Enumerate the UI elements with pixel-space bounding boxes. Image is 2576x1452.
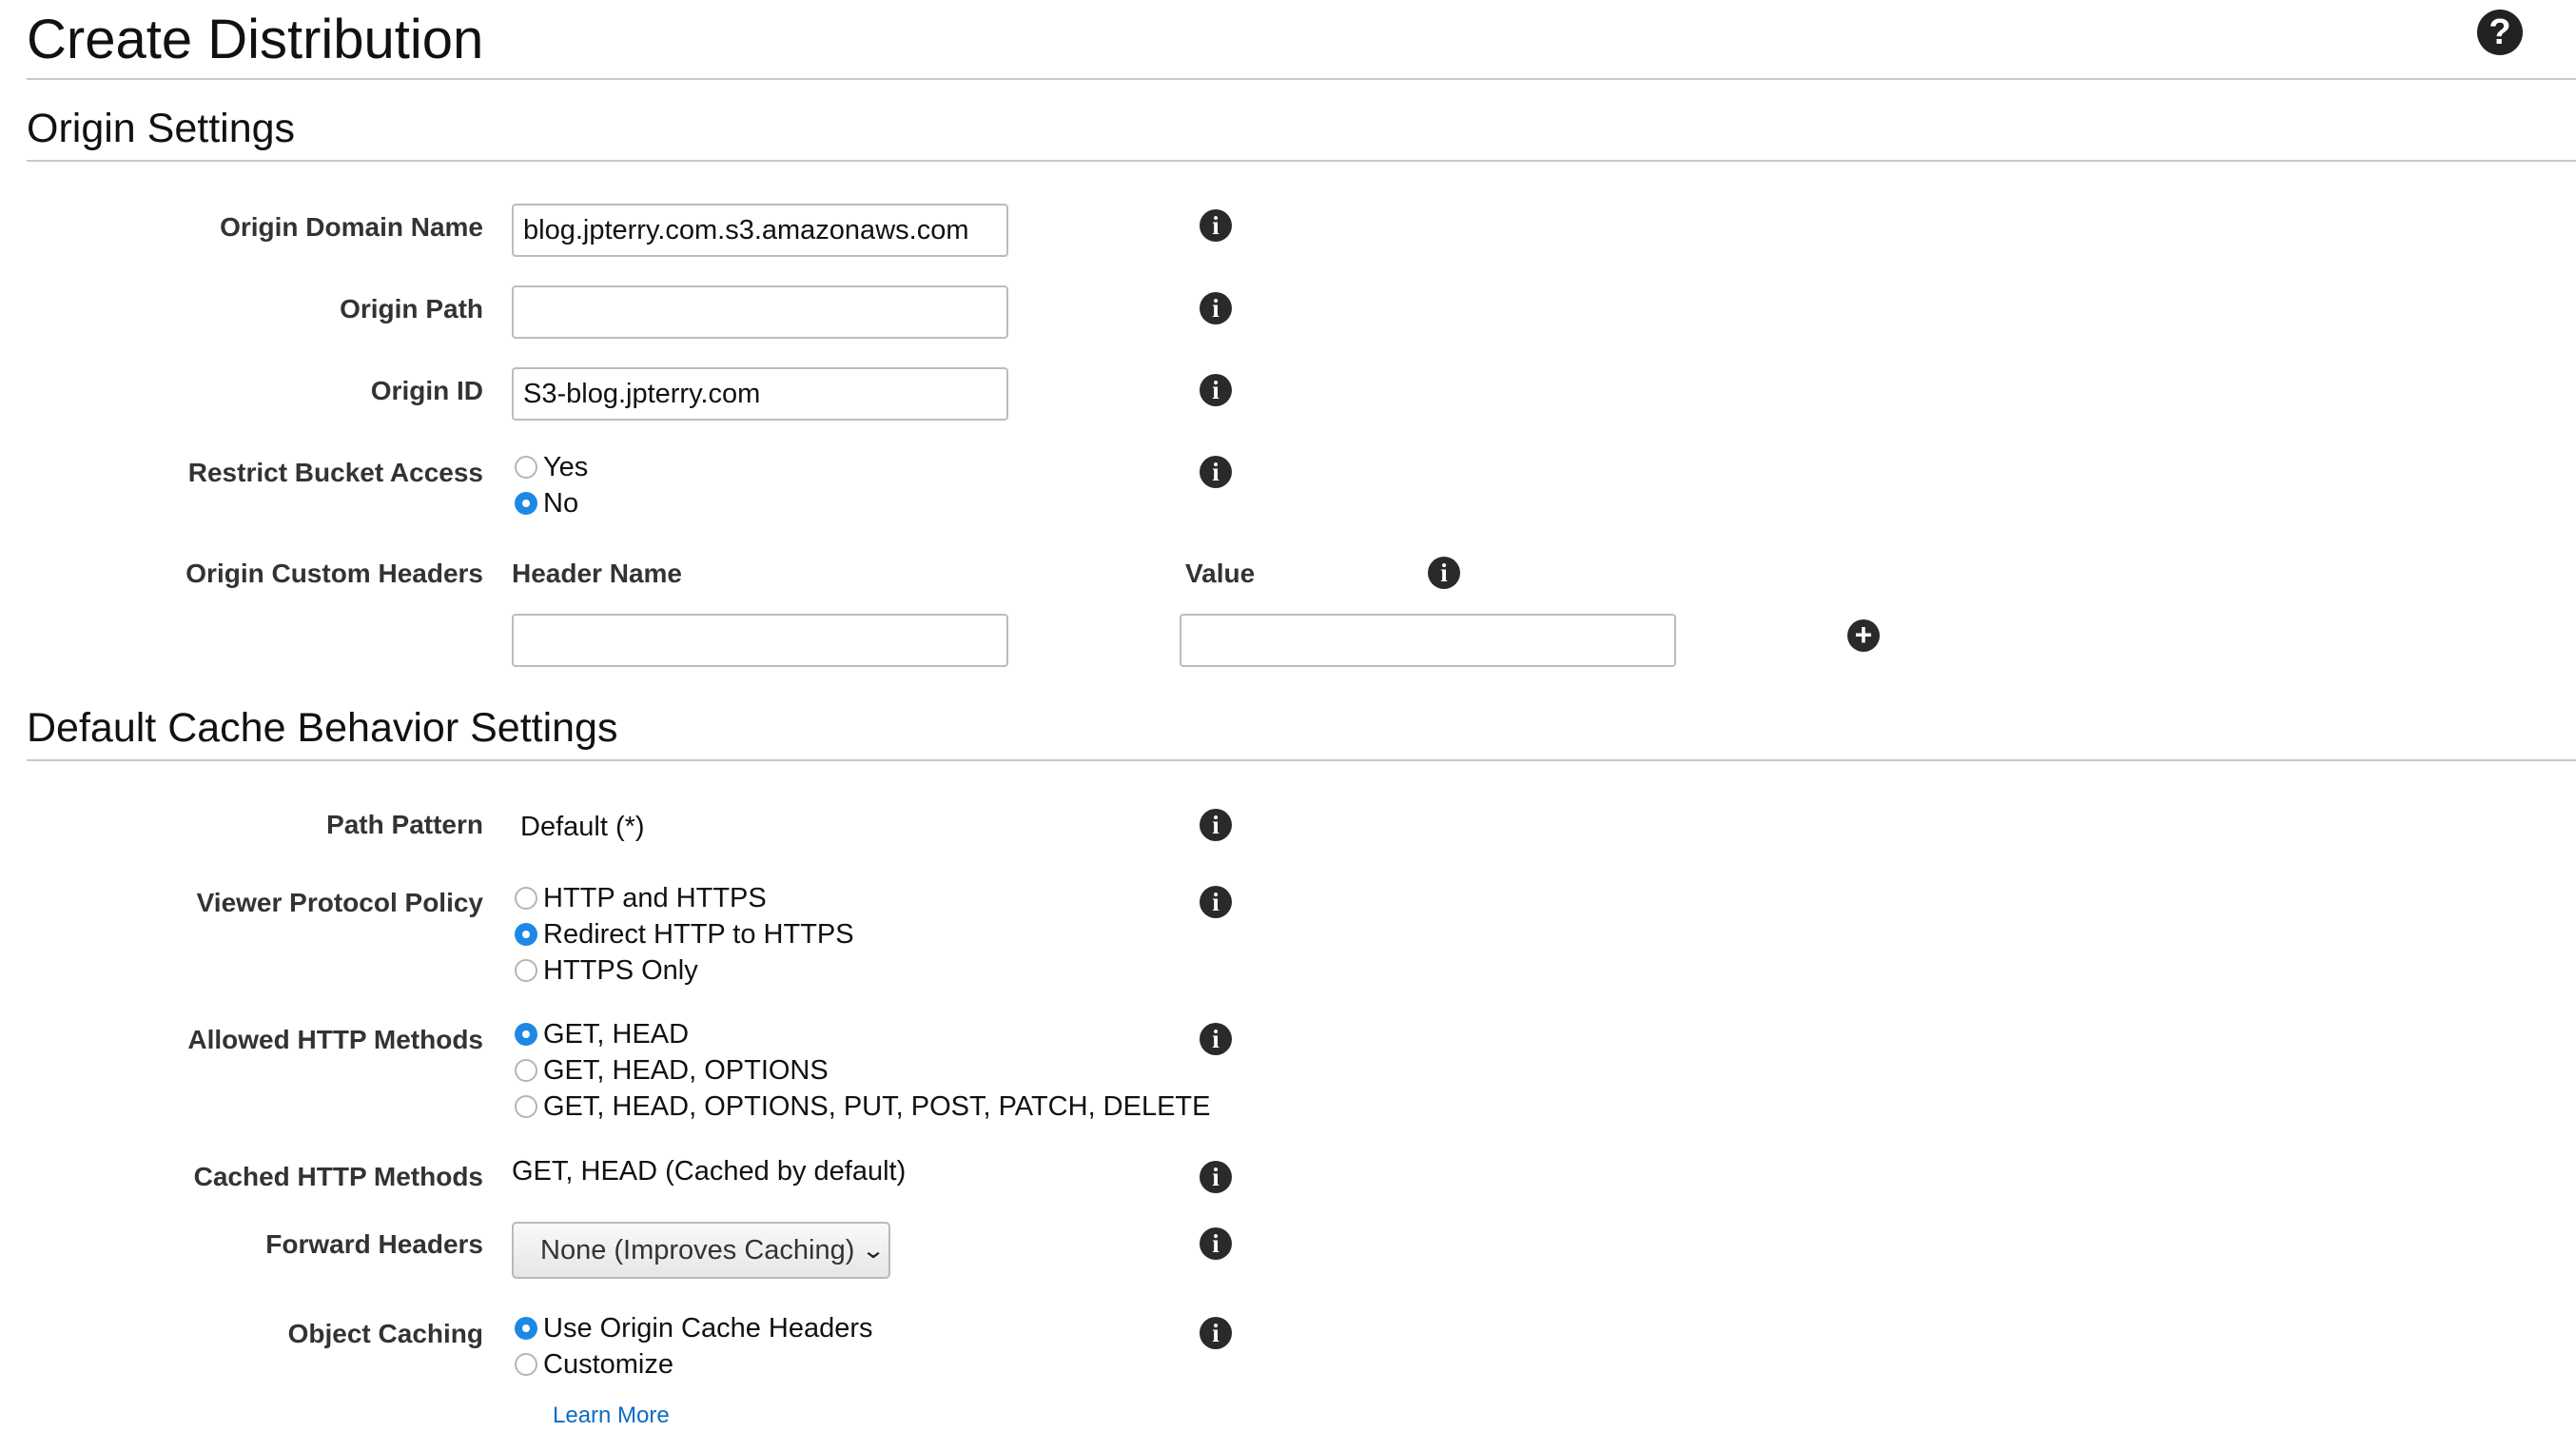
info-icon[interactable]: i — [1200, 209, 1232, 242]
path-pattern-value: Default (*) — [520, 812, 645, 842]
origin-path-label: Origin Path — [340, 294, 483, 324]
object-caching-customize-radio[interactable]: Customize — [515, 1348, 673, 1381]
origin-custom-headers-label: Origin Custom Headers — [185, 559, 483, 588]
allowed-methods-all-radio[interactable]: GET, HEAD, OPTIONS, PUT, POST, PATCH, DE… — [515, 1090, 1211, 1123]
origin-settings-divider — [27, 160, 2576, 162]
info-icon[interactable]: i — [1200, 1317, 1232, 1349]
radio-label: Customize — [543, 1349, 673, 1380]
add-header-plus-icon[interactable]: + — [1847, 619, 1880, 652]
allowed-http-methods-label: Allowed HTTP Methods — [187, 1025, 483, 1054]
radio-label: HTTPS Only — [543, 955, 698, 986]
value-column-heading: Value — [1185, 559, 1256, 588]
info-icon[interactable]: i — [1200, 292, 1232, 324]
radio-unselected-icon[interactable] — [515, 887, 537, 910]
info-icon[interactable]: i — [1200, 1227, 1232, 1260]
custom-header-name-input[interactable] — [512, 614, 1008, 667]
info-icon[interactable]: i — [1200, 1161, 1232, 1193]
chevron-down-icon: ⌄ — [861, 1237, 887, 1264]
radio-unselected-icon[interactable] — [515, 959, 537, 982]
radio-selected-icon[interactable] — [515, 1023, 537, 1046]
restrict-bucket-access-yes-radio[interactable]: Yes — [515, 451, 588, 483]
origin-domain-name-input[interactable] — [512, 204, 1008, 257]
allowed-methods-get-head-options-radio[interactable]: GET, HEAD, OPTIONS — [515, 1054, 829, 1087]
custom-header-value-input[interactable] — [1180, 614, 1676, 667]
page-title: Create Distribution — [27, 9, 484, 70]
info-icon[interactable]: i — [1200, 886, 1232, 918]
info-icon[interactable]: i — [1200, 456, 1232, 488]
forward-headers-select[interactable]: None (Improves Caching) ⌄ — [512, 1222, 890, 1279]
radio-unselected-icon[interactable] — [515, 456, 537, 479]
question-circle-icon[interactable]: ? — [2477, 10, 2523, 55]
info-icon[interactable]: i — [1200, 1023, 1232, 1055]
learn-more-link[interactable]: Learn More — [553, 1402, 670, 1430]
radio-label: GET, HEAD — [543, 1019, 690, 1050]
origin-id-label: Origin ID — [370, 376, 483, 405]
radio-label: No — [543, 488, 579, 519]
radio-label: Use Origin Cache Headers — [543, 1313, 873, 1344]
cache-behavior-divider — [27, 759, 2576, 761]
radio-label: Yes — [543, 452, 589, 482]
restrict-bucket-access-label: Restrict Bucket Access — [187, 458, 483, 487]
allowed-methods-get-head-radio[interactable]: GET, HEAD — [515, 1018, 689, 1050]
forward-headers-selected-value: None (Improves Caching) — [540, 1234, 855, 1266]
radio-label: Redirect HTTP to HTTPS — [543, 919, 854, 950]
viewer-protocol-policy-label: Viewer Protocol Policy — [196, 888, 483, 917]
radio-selected-icon[interactable] — [515, 923, 537, 946]
forward-headers-label: Forward Headers — [265, 1229, 483, 1259]
info-icon[interactable]: i — [1200, 374, 1232, 406]
info-icon[interactable]: i — [1200, 809, 1232, 841]
cached-http-methods-label: Cached HTTP Methods — [193, 1162, 483, 1191]
path-pattern-label: Path Pattern — [326, 810, 483, 839]
radio-label: GET, HEAD, OPTIONS — [543, 1055, 829, 1086]
radio-unselected-icon[interactable] — [515, 1095, 537, 1118]
viewer-protocol-https-only-radio[interactable]: HTTPS Only — [515, 954, 698, 987]
viewer-protocol-http-and-https-radio[interactable]: HTTP and HTTPS — [515, 882, 767, 914]
info-icon[interactable]: i — [1428, 557, 1460, 589]
radio-selected-icon[interactable] — [515, 1317, 537, 1340]
header-name-column-heading: Header Name — [512, 559, 682, 588]
radio-unselected-icon[interactable] — [515, 1059, 537, 1082]
cached-http-methods-value: GET, HEAD (Cached by default) — [512, 1156, 907, 1187]
viewer-protocol-redirect-radio[interactable]: Redirect HTTP to HTTPS — [515, 918, 854, 951]
radio-label: GET, HEAD, OPTIONS, PUT, POST, PATCH, DE… — [543, 1091, 1211, 1122]
origin-id-input[interactable] — [512, 367, 1008, 421]
object-caching-label: Object Caching — [287, 1319, 483, 1348]
cache-behavior-heading: Default Cache Behavior Settings — [27, 705, 618, 751]
radio-unselected-icon[interactable] — [515, 1353, 537, 1376]
object-caching-origin-headers-radio[interactable]: Use Origin Cache Headers — [515, 1312, 873, 1344]
title-divider — [27, 78, 2576, 80]
origin-path-input[interactable] — [512, 285, 1008, 339]
radio-selected-icon[interactable] — [515, 492, 537, 515]
restrict-bucket-access-no-radio[interactable]: No — [515, 487, 578, 520]
radio-label: HTTP and HTTPS — [543, 883, 767, 913]
origin-domain-name-label: Origin Domain Name — [220, 212, 483, 242]
origin-settings-heading: Origin Settings — [27, 106, 296, 151]
